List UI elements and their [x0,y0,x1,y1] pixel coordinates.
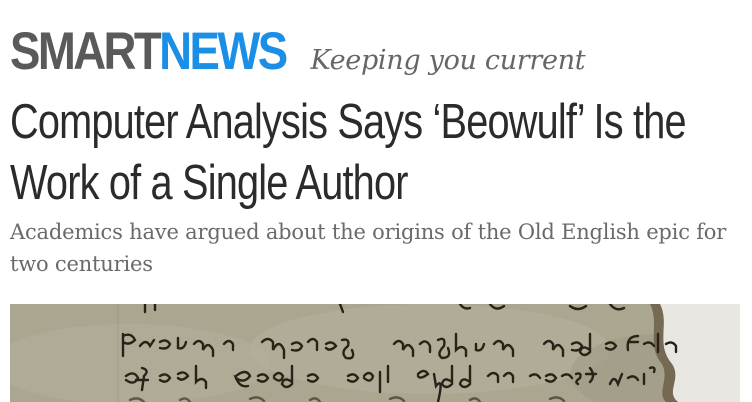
logo-news: NEWS [159,22,288,81]
headline-line-2: Work of a Single Author [10,156,408,210]
article-subhead: Academics have argued about the origins … [10,220,727,276]
manuscript-illustration [10,304,740,402]
tagline: Keeping you current [310,45,586,76]
smartnews-logo[interactable]: SMART NEWS [10,22,288,81]
beowulf-manuscript-image [10,304,740,402]
logo-smart: SMART [10,22,162,81]
article-headline: Computer Analysis Says ‘Beowulf’ Is the … [10,92,739,214]
headline-line-1: Computer Analysis Says ‘Beowulf’ Is the [10,95,687,149]
